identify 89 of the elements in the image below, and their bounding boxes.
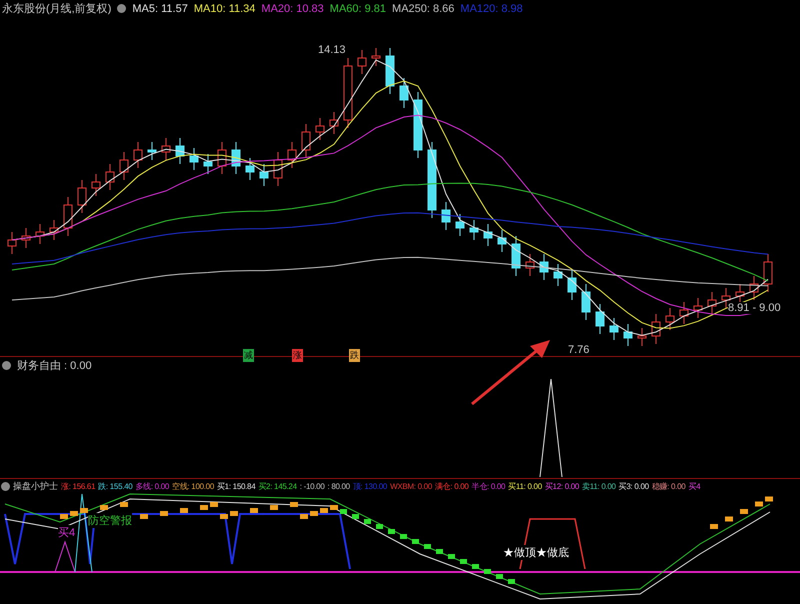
candlestick — [232, 142, 240, 174]
signal-tag: 减 — [243, 349, 254, 362]
indicator-title: 财务自由 : 0.00 — [17, 358, 92, 373]
candlestick — [764, 254, 772, 292]
indicator-readout: 买12: 0.00 — [544, 481, 580, 492]
candlestick — [582, 284, 590, 320]
candlestick — [246, 158, 254, 180]
candlestick — [400, 78, 408, 108]
candlestick — [414, 92, 422, 158]
candlestick — [162, 138, 170, 160]
indicator-readout: MA5: 11.57 — [132, 2, 188, 14]
indicator-readout: 跌: 155.40 — [98, 481, 132, 492]
price-label: 14.13 — [318, 44, 346, 56]
indicator-readout: 买3: 0.00 — [618, 481, 649, 492]
candlestick — [498, 230, 506, 252]
indicator-readout: : 80.00 — [327, 482, 350, 491]
signal-label: ★做顶★做底 — [503, 545, 569, 560]
candlestick — [50, 220, 58, 240]
indicator-readout: 空线: 100.00 — [172, 481, 214, 492]
candlestick — [288, 142, 296, 168]
candlestick — [344, 58, 352, 128]
indicator-readout: 卖11: 0.00 — [582, 481, 616, 492]
candlestick — [694, 298, 702, 318]
candlestick — [78, 180, 86, 214]
candlestick — [666, 308, 674, 330]
candlestick — [540, 254, 548, 280]
candlestick — [190, 148, 198, 170]
candlestick — [386, 48, 394, 94]
candlestick — [330, 112, 338, 134]
indicator-readout: MA120: 8.98 — [460, 2, 523, 14]
indicator-readout: MA60: 9.81 — [330, 2, 386, 14]
indicator-readout: WXBM: 0.00 — [390, 482, 432, 491]
candlestick — [470, 220, 478, 240]
candlestick — [274, 152, 282, 186]
candlestick — [652, 314, 660, 344]
indicator-readout: 买11: 0.00 — [508, 481, 542, 492]
candlestick — [120, 152, 128, 180]
price-label: 8.91 - 9.00 — [728, 302, 781, 314]
candlestick — [512, 236, 520, 276]
indicator-readout: 半仓: 0.00 — [472, 481, 506, 492]
candlestick — [610, 318, 618, 340]
candlestick — [596, 304, 604, 334]
candlestick — [106, 164, 114, 190]
candlestick — [526, 254, 534, 276]
indicator-readout: MA20: 10.83 — [261, 2, 324, 14]
candlestick — [638, 328, 646, 346]
candlestick — [358, 50, 366, 74]
candlestick — [680, 302, 688, 324]
indicator-readout: 满仓: 0.00 — [434, 481, 469, 492]
candlestick — [204, 154, 212, 174]
candlestick — [92, 174, 100, 196]
candlestick — [708, 292, 716, 314]
indicator-readout: 稳赚: 0.00 — [652, 481, 686, 492]
candlestick — [316, 118, 324, 140]
signal-label: 防空警报 — [88, 513, 132, 528]
candlestick — [176, 138, 184, 164]
chart-title: 永东股份(月线,前复权) — [2, 1, 112, 16]
candlestick — [456, 214, 464, 236]
indicator-readout: MA250: 8.66 — [392, 2, 454, 14]
indicator-readout: MA10: 11.34 — [194, 2, 256, 14]
candlestick — [624, 324, 632, 346]
candlestick — [218, 142, 226, 174]
indicator-readout: 多线: 0.00 — [135, 481, 170, 492]
candlestick — [8, 232, 16, 254]
indicator-readout: 买2: 145.24 — [258, 481, 297, 492]
indicator-readout: : -10.00 — [300, 482, 324, 491]
candlestick — [134, 142, 142, 168]
signal-tag: 涨 — [292, 349, 303, 362]
candlestick — [750, 276, 758, 300]
candlestick — [722, 288, 730, 308]
indicator-readout: 涨: 156.61 — [61, 481, 96, 492]
signal-tag: 跌 — [349, 349, 360, 362]
candlestick — [484, 224, 492, 246]
candlestick — [372, 48, 380, 66]
candlestick — [22, 228, 30, 248]
price-label: 7.76 — [568, 344, 590, 356]
candlestick — [36, 224, 44, 244]
candlestick — [64, 196, 72, 236]
indicator-readout: 买4 — [688, 481, 700, 492]
indicator-readout: 买1: 150.84 — [216, 481, 256, 492]
indicator-title: 操盘小护士 — [13, 480, 58, 493]
candlestick — [148, 142, 156, 160]
signal-label: 买4 — [58, 525, 76, 540]
candlestick — [442, 202, 450, 230]
candlestick — [302, 124, 310, 158]
candlestick — [260, 164, 268, 186]
candlestick — [568, 270, 576, 300]
indicator-readout: 顶: 130.00 — [352, 481, 388, 492]
candlestick — [554, 264, 562, 286]
